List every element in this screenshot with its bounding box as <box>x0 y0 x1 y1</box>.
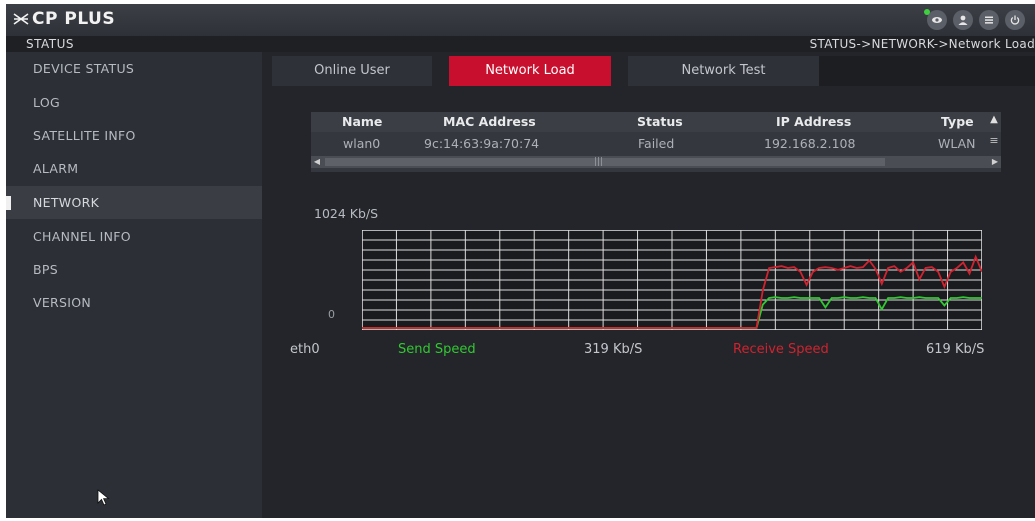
cell-ip-address: 192.168.2.108 <box>764 136 856 151</box>
section-title: STATUS <box>26 37 75 51</box>
sidebar: DEVICE STATUS LOG SATELLITE INFO ALARM N… <box>6 52 262 518</box>
active-marker <box>6 196 11 210</box>
user-icon[interactable] <box>953 10 973 30</box>
sidebar-item-log[interactable]: LOG <box>6 86 262 119</box>
sidebar-item-device-status[interactable]: DEVICE STATUS <box>6 52 262 85</box>
sidebar-item-network[interactable]: NETWORK <box>6 186 262 219</box>
table-header: Name MAC Address Status IP Address Type <box>311 112 1001 132</box>
sidebar-item-version[interactable]: VERSION <box>6 286 262 319</box>
header-bar: STATUS STATUS->NETWORK->Network Load <box>6 36 1035 52</box>
send-speed-value: 319 Kb/S <box>584 342 643 357</box>
column-name[interactable]: Name <box>342 114 382 129</box>
brand-logo: CP PLUS <box>12 9 115 29</box>
column-type[interactable]: Type <box>941 114 974 129</box>
sidebar-item-label: CHANNEL INFO <box>33 229 131 244</box>
interface-name: eth0 <box>290 342 320 357</box>
sidebar-item-bps[interactable]: BPS <box>6 253 262 286</box>
top-toolbar <box>924 9 1025 30</box>
sidebar-item-label: LOG <box>33 95 60 110</box>
cell-status: Failed <box>638 136 675 151</box>
scroll-up-arrow-icon[interactable]: ▲ <box>987 114 1001 125</box>
cell-name: wlan0 <box>343 136 381 151</box>
dvr-window: CP PLUS STATUS STATUS->NETWORK->Network … <box>6 4 1035 518</box>
scroll-left-arrow-icon[interactable]: ◀ <box>311 156 323 168</box>
cell-mac-address: 9c:14:63:9a:70:74 <box>424 136 540 151</box>
sidebar-item-label: ALARM <box>33 161 79 176</box>
send-speed-label: Send Speed <box>398 342 476 357</box>
mouse-cursor-icon <box>97 489 110 506</box>
column-mac-address[interactable]: MAC Address <box>443 114 536 129</box>
scrollbar-thumb[interactable] <box>325 158 885 166</box>
network-load-chart <box>362 230 982 330</box>
tab-online-user[interactable]: Online User <box>272 56 432 86</box>
sidebar-item-channel-info[interactable]: CHANNEL INFO <box>6 220 262 253</box>
cp-plus-mark-icon <box>13 13 29 25</box>
brand-name: CP PLUS <box>32 9 116 29</box>
tab-network-load[interactable]: Network Load <box>449 56 611 86</box>
sidebar-item-label: NETWORK <box>33 195 100 210</box>
graph-zero-label: 0 <box>328 308 335 321</box>
network-table: Name MAC Address Status IP Address Type … <box>311 112 1001 172</box>
main-panel: Online User Network Load Network Test Na… <box>262 52 1035 518</box>
scroll-grip-icon[interactable]: ≡ <box>987 134 1001 147</box>
power-icon[interactable] <box>1005 10 1025 30</box>
cell-type: WLAN <box>938 136 976 151</box>
menu-icon[interactable] <box>979 10 999 30</box>
receive-speed-label: Receive Speed <box>733 342 829 357</box>
sidebar-item-satellite-info[interactable]: SATELLITE INFO <box>6 119 262 152</box>
tab-bar: Online User Network Load Network Test <box>262 52 1035 86</box>
graph-max-label: 1024 Kb/S <box>314 206 379 221</box>
sidebar-item-alarm[interactable]: ALARM <box>6 152 262 185</box>
column-status[interactable]: Status <box>637 114 683 129</box>
sidebar-item-label: DEVICE STATUS <box>33 61 135 76</box>
column-ip-address[interactable]: IP Address <box>776 114 851 129</box>
scroll-thumb-grip-icon: ||| <box>594 157 604 167</box>
sidebar-item-label: VERSION <box>33 295 92 310</box>
tab-strip-filler <box>819 56 1035 86</box>
receive-speed-value: 619 Kb/S <box>926 342 985 357</box>
sidebar-item-label: BPS <box>33 262 58 277</box>
sidebar-item-label: SATELLITE INFO <box>33 128 136 143</box>
horizontal-scrollbar[interactable]: ◀ ||| ▶ <box>311 156 1001 168</box>
breadcrumb: STATUS->NETWORK->Network Load <box>809 37 1035 51</box>
title-bar: CP PLUS <box>6 4 1035 36</box>
remote-view-icon[interactable] <box>924 9 947 30</box>
tab-network-test[interactable]: Network Test <box>628 56 819 86</box>
speed-legend: eth0 Send Speed 319 Kb/S Receive Speed 6… <box>262 342 1035 362</box>
scroll-right-arrow-icon[interactable]: ▶ <box>989 156 1001 168</box>
status-dot <box>924 9 930 15</box>
